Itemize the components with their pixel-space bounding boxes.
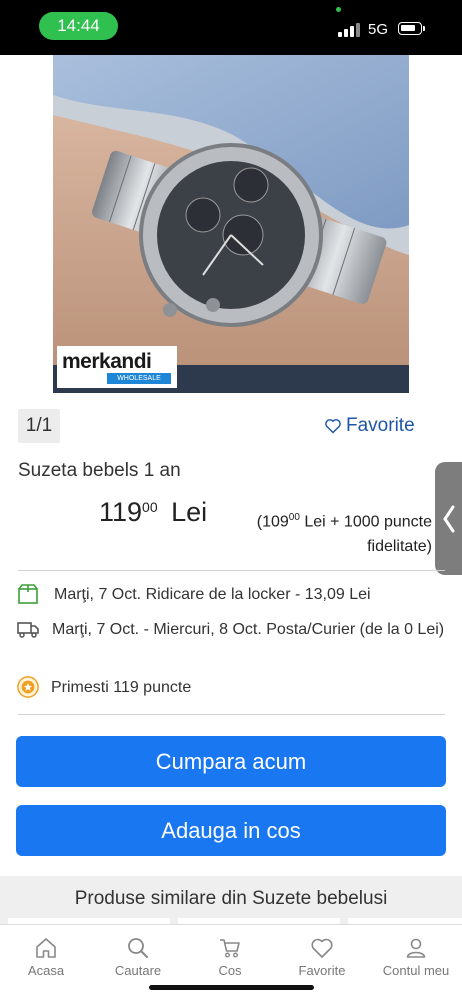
- network-type: 5G: [368, 21, 389, 38]
- status-time: 14:44: [39, 12, 118, 40]
- box-icon: [18, 584, 38, 604]
- nav-cart[interactable]: Cos: [190, 937, 270, 978]
- status-bar: 14:44 5G: [0, 0, 462, 55]
- chevron-left-icon: [442, 505, 454, 532]
- buy-now-button[interactable]: Cumpara acum: [16, 736, 446, 787]
- product-title: Suzeta bebels 1 an: [18, 460, 181, 481]
- similar-products-title: Produse similare din Suzete bebelusi: [74, 888, 388, 909]
- home-indicator[interactable]: [149, 985, 314, 990]
- mic-indicator-dot: [336, 7, 341, 12]
- delivery-courier: Marţi, 7 Oct. - Miercuri, 8 Oct. Posta/C…: [16, 618, 452, 641]
- divider: [18, 714, 445, 715]
- divider: [18, 570, 445, 571]
- price-integer: 119: [99, 497, 143, 527]
- side-panel-toggle[interactable]: [435, 462, 462, 575]
- loyalty-points: Primesti 119 puncte: [16, 676, 191, 699]
- battery-icon: [398, 22, 422, 35]
- cart-icon: [220, 939, 240, 958]
- watermark-logo: merkandi WHOLESALE: [57, 346, 177, 388]
- product-price: 11900 Lei: [99, 497, 207, 528]
- nav-home[interactable]: Acasa: [6, 937, 86, 978]
- home-icon: [36, 938, 56, 958]
- search-icon: [128, 938, 148, 958]
- heart-icon: [311, 938, 333, 958]
- heart-icon: [325, 419, 341, 434]
- favorite-button[interactable]: Favorite: [324, 415, 415, 437]
- signal-icon: [338, 23, 360, 37]
- price-currency: Lei: [171, 497, 208, 527]
- delivery-locker: Marţi, 7 Oct. Ridicare de la locker - 13…: [16, 583, 371, 606]
- image-counter: 1/1: [18, 409, 60, 443]
- nav-favorites[interactable]: Favorite: [282, 937, 362, 978]
- user-icon: [406, 938, 426, 958]
- watch-photo: [53, 55, 409, 393]
- product-image[interactable]: merkandi WHOLESALE: [53, 55, 409, 393]
- add-to-cart-button[interactable]: Adauga in cos: [16, 805, 446, 856]
- points-star-icon: [17, 676, 39, 698]
- truck-icon: [17, 622, 39, 638]
- favorite-label: Favorite: [346, 415, 415, 436]
- nav-account[interactable]: Contul meu: [376, 937, 456, 978]
- nav-search[interactable]: Cautare: [98, 937, 178, 978]
- price-decimal: 00: [142, 499, 158, 515]
- loyalty-price: (10900 Lei + 1000 puncte fidelitate): [256, 512, 432, 556]
